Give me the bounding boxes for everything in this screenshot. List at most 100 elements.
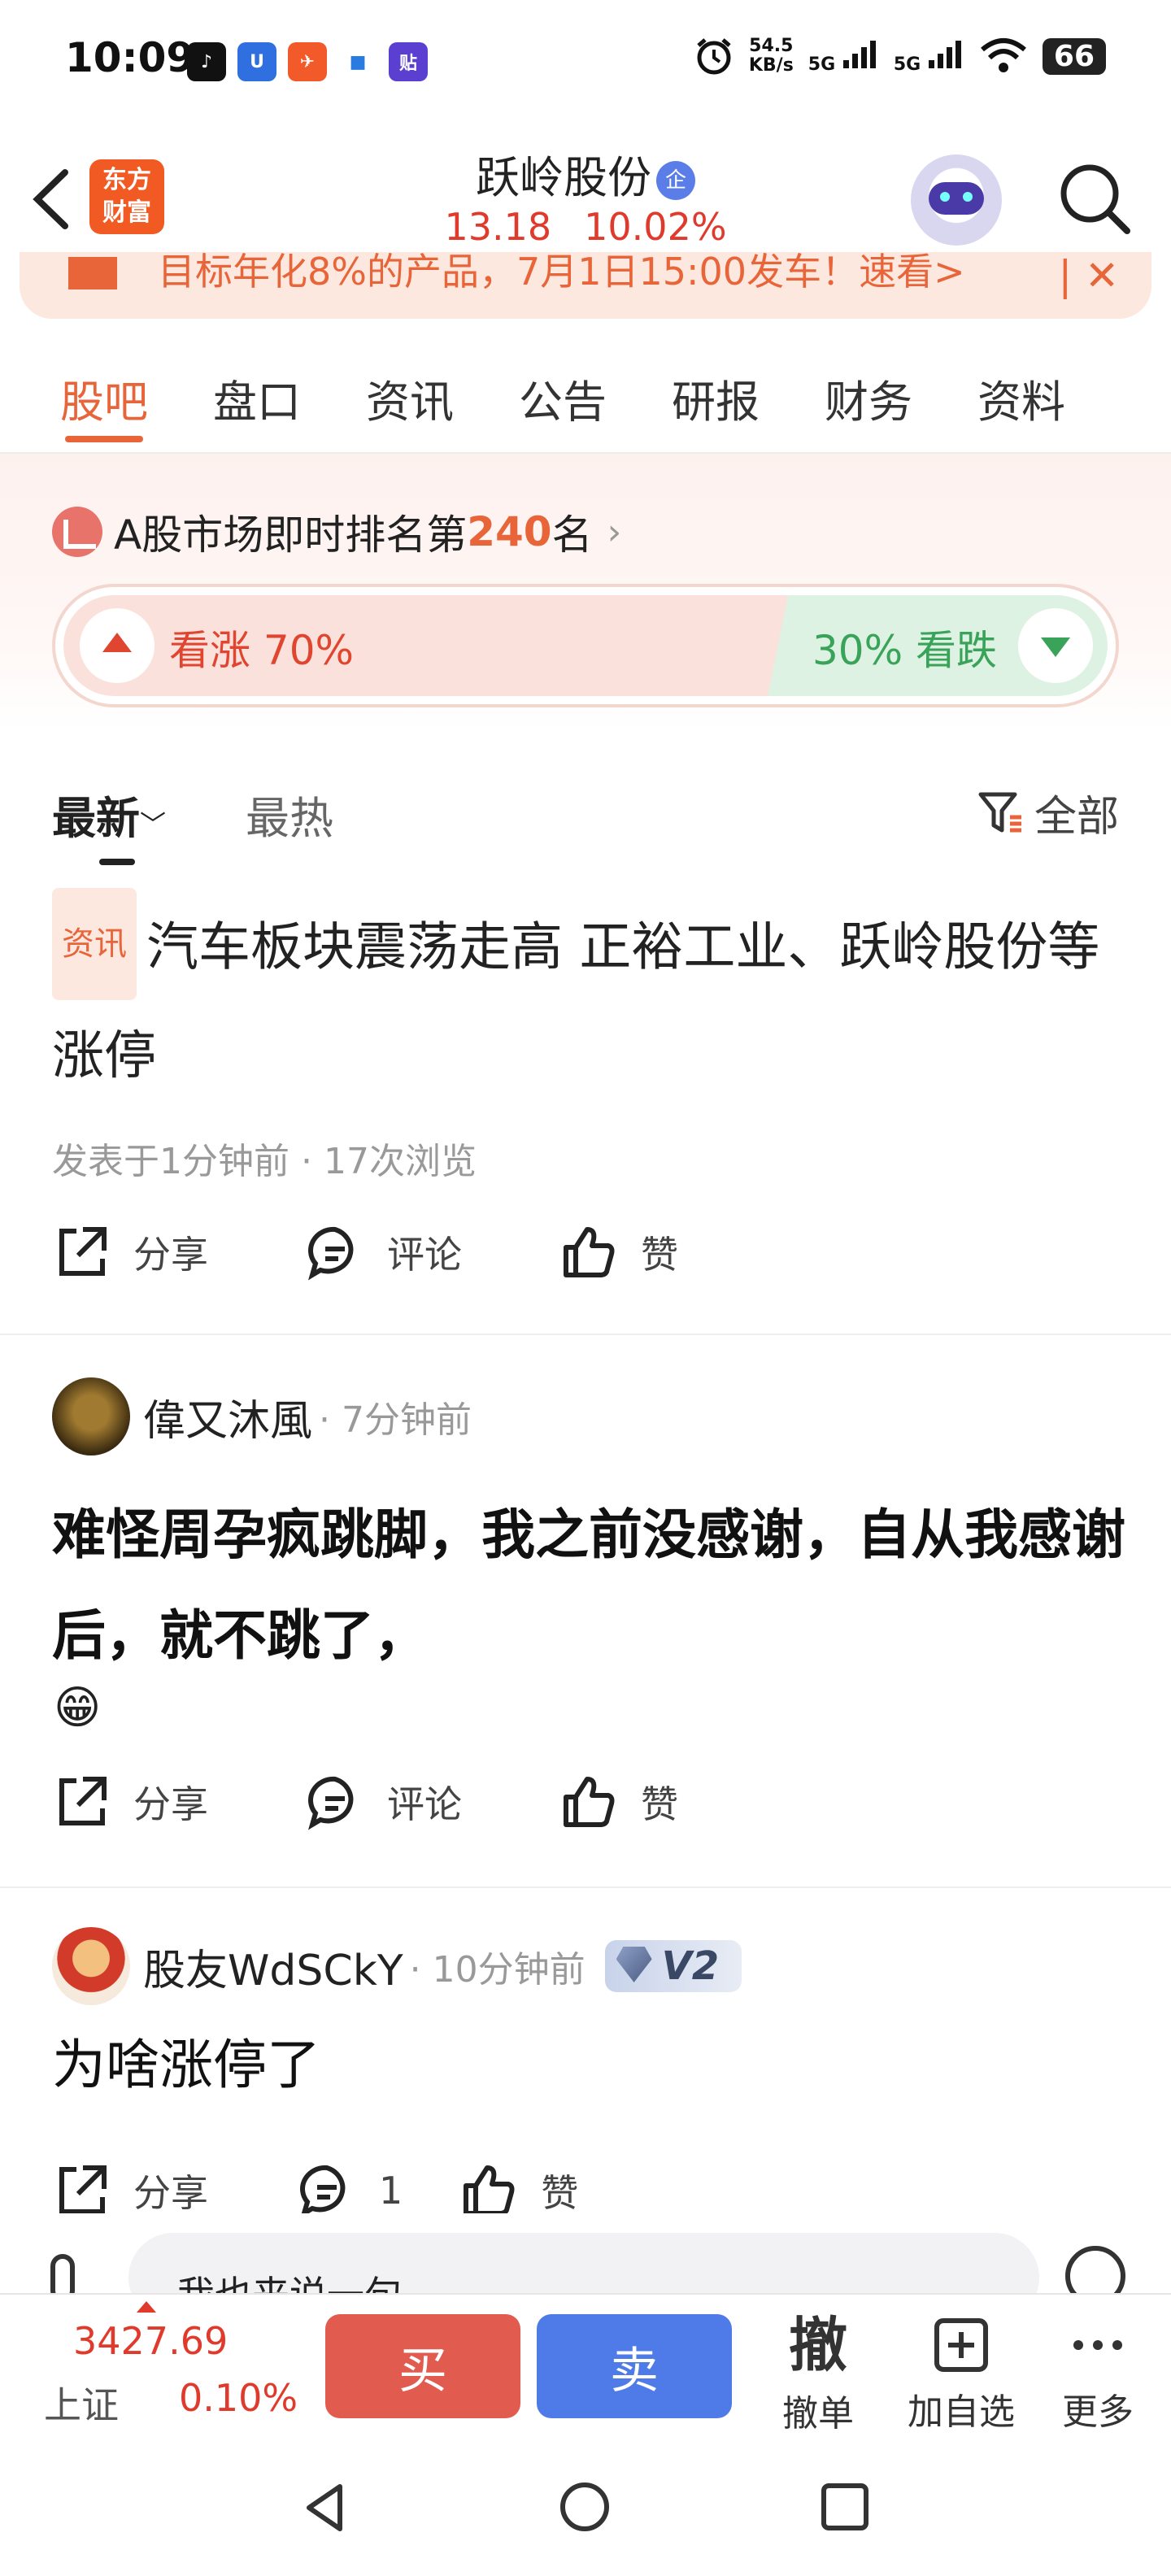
share-button[interactable]: 分享	[52, 1223, 208, 1281]
comment-button[interactable]: 1	[298, 2161, 403, 2213]
post-body[interactable]: 为啥涨停了	[52, 2015, 1125, 2116]
post-actions: 分享 1 赞	[52, 2161, 676, 2213]
verified-badge: 企	[656, 161, 695, 201]
search-button[interactable]	[1054, 158, 1135, 239]
tab-research[interactable]: 研报	[672, 340, 760, 454]
post-author-row: 股友WdSCkY · 10分钟前 V2	[52, 1927, 742, 2005]
sort-latest-button[interactable]: 最新﹀	[52, 782, 166, 846]
avatar[interactable]	[52, 1927, 130, 2005]
comment-button[interactable]: 评论	[306, 1223, 462, 1281]
thumbs-up-icon	[564, 1227, 615, 1277]
vote-up-button[interactable]	[80, 608, 155, 683]
rank-suffix: 名	[551, 511, 593, 559]
tab-finance[interactable]: 财务	[825, 340, 912, 454]
bear-label: 30% 看跌	[812, 618, 997, 677]
promo-close-icon[interactable]: | ✕	[1058, 252, 1119, 299]
promo-banner[interactable]: 目标年化8%的产品，7月1日15:00发车！速看> | ✕	[20, 252, 1151, 319]
index-value[interactable]: 3427.69	[73, 2319, 228, 2363]
share-label: 分享	[133, 2171, 208, 2213]
like-button[interactable]: 赞	[559, 1223, 678, 1281]
tab-announcements[interactable]: 公告	[519, 340, 607, 454]
author-name[interactable]: 偉又沐風	[143, 1386, 312, 1447]
nav-home-icon[interactable]	[558, 2480, 612, 2534]
like-button[interactable]: 赞	[559, 1773, 678, 1831]
bear-pct: 30%	[812, 627, 903, 674]
tab-pankou[interactable]: 盘口	[213, 340, 301, 454]
comment-input[interactable]: 我也来说一句	[128, 2233, 1039, 2295]
share-label: 分享	[133, 1233, 208, 1277]
comment-count: 1	[379, 2169, 403, 2213]
post-author-row: 偉又沐風 · 7分钟前	[52, 1377, 472, 1456]
status-bar: 10:09 ♪ U ✈ ■ 贴 54.5 KB/s 5G 5G 66	[0, 0, 1171, 130]
stock-name: 跃岭股份	[476, 152, 651, 203]
share-button[interactable]: 分享	[52, 1773, 208, 1831]
tab-news[interactable]: 资讯	[366, 340, 454, 454]
emoji-icon[interactable]	[1065, 2246, 1125, 2295]
author-name[interactable]: 股友WdSCkY	[143, 1936, 403, 1997]
comment-label: 评论	[387, 1233, 462, 1277]
tab-profile[interactable]: 资料	[977, 340, 1065, 454]
battery-level: 66	[1042, 37, 1106, 75]
vote-down-button[interactable]	[1018, 608, 1093, 683]
add-watchlist-button[interactable]: 加自选	[904, 2306, 1018, 2435]
promo-flag-icon	[68, 257, 117, 289]
like-label: 赞	[541, 2171, 579, 2213]
tieba-icon: 贴	[389, 42, 428, 81]
cancel-order-icon: 撤	[788, 2311, 847, 2379]
more-button[interactable]: 更多	[1041, 2306, 1155, 2435]
add-watchlist-label: 加自选	[908, 2391, 1015, 2433]
stock-price: 13.18	[444, 205, 552, 249]
sort-hot-button[interactable]: 最热	[246, 782, 333, 846]
news-tag: 资讯	[52, 888, 137, 1000]
tab-guba[interactable]: 股吧	[60, 340, 148, 454]
signal-5g-1: 5G	[808, 37, 879, 75]
post-body[interactable]: 难怪周孕疯跳脚，我之前没感谢，自从我感谢后，就不跳了，	[52, 1485, 1125, 1686]
post-meta: 发表于1分钟前 · 17次浏览	[52, 1141, 477, 1182]
chart-bars-icon	[52, 507, 102, 557]
index-name[interactable]: 上证	[44, 2376, 119, 2430]
system-nav-bar	[0, 2436, 1171, 2576]
microphone-icon[interactable]	[50, 2254, 75, 2295]
net-speed-unit: KB/s	[748, 55, 794, 76]
post-divider	[0, 1886, 1171, 1888]
post-news[interactable]: 资讯 汽车板块震荡走高 正裕工业、跃岭股份等涨停 发表于1分钟前 · 17次浏览 …	[0, 888, 1171, 1334]
status-indicators: 54.5 KB/s 5G 5G 66	[694, 36, 1106, 76]
more-dots-icon	[1073, 2340, 1122, 2350]
search-icon	[1060, 164, 1130, 234]
post-actions: 分享 评论 赞	[52, 1223, 776, 1281]
assistant-robot-avatar[interactable]	[911, 154, 1002, 246]
index-change-pct: 0.10%	[179, 2376, 298, 2420]
filter-button[interactable]: 全部	[977, 782, 1119, 843]
sentiment-vote-bar: 看涨 70% 30% 看跌	[52, 584, 1119, 707]
comment-button[interactable]: 评论	[306, 1773, 462, 1831]
thumbs-up-icon	[564, 1777, 615, 1827]
bull-pct: 70%	[263, 627, 355, 674]
post-user[interactable]: 偉又沐風 · 7分钟前 难怪周孕疯跳脚，我之前没感谢，自从我感谢后，就不跳了， …	[0, 1350, 1171, 1886]
avatar[interactable]	[52, 1377, 130, 1456]
nav-recents-icon[interactable]	[820, 2482, 870, 2532]
post-title[interactable]: 资讯 汽车板块震荡走高 正裕工业、跃岭股份等涨停	[52, 888, 1125, 1106]
signal-bars-icon	[842, 41, 876, 68]
post-user[interactable]: 股友WdSCkY · 10分钟前 V2 为啥涨停了 分享 1 赞	[0, 1903, 1171, 2213]
more-label: 更多	[1062, 2391, 1134, 2433]
bull-text: 看涨	[169, 627, 250, 674]
share-button[interactable]: 分享	[52, 2161, 208, 2213]
filter-icon	[978, 792, 1021, 832]
app-u-icon: U	[237, 42, 276, 81]
chevron-right-icon: ›	[607, 511, 622, 553]
buy-button[interactable]: 买	[325, 2314, 520, 2418]
wifi-icon	[980, 38, 1026, 72]
cancel-order-button[interactable]: 撤 撤单	[761, 2306, 875, 2436]
stock-header: 东方 财富 跃岭股份企 13.18 10.02%	[0, 130, 1171, 268]
nav-back-icon[interactable]	[301, 2482, 350, 2534]
status-app-icons: ♪ U ✈ ■ 贴	[187, 42, 428, 81]
sort-active-indicator	[99, 859, 135, 865]
post-actions: 分享 评论 赞	[52, 1773, 776, 1831]
like-button[interactable]: 赞	[459, 2161, 578, 2213]
signal-5g-2: 5G	[894, 37, 964, 75]
market-rank-link[interactable]: A股市场即时排名第 240 名 ›	[52, 503, 621, 561]
sell-button[interactable]: 卖	[537, 2314, 732, 2418]
post-time: · 10分钟前	[409, 1949, 586, 1991]
alarm-icon	[697, 38, 731, 75]
vip-level-badge: V2	[604, 1940, 742, 1992]
